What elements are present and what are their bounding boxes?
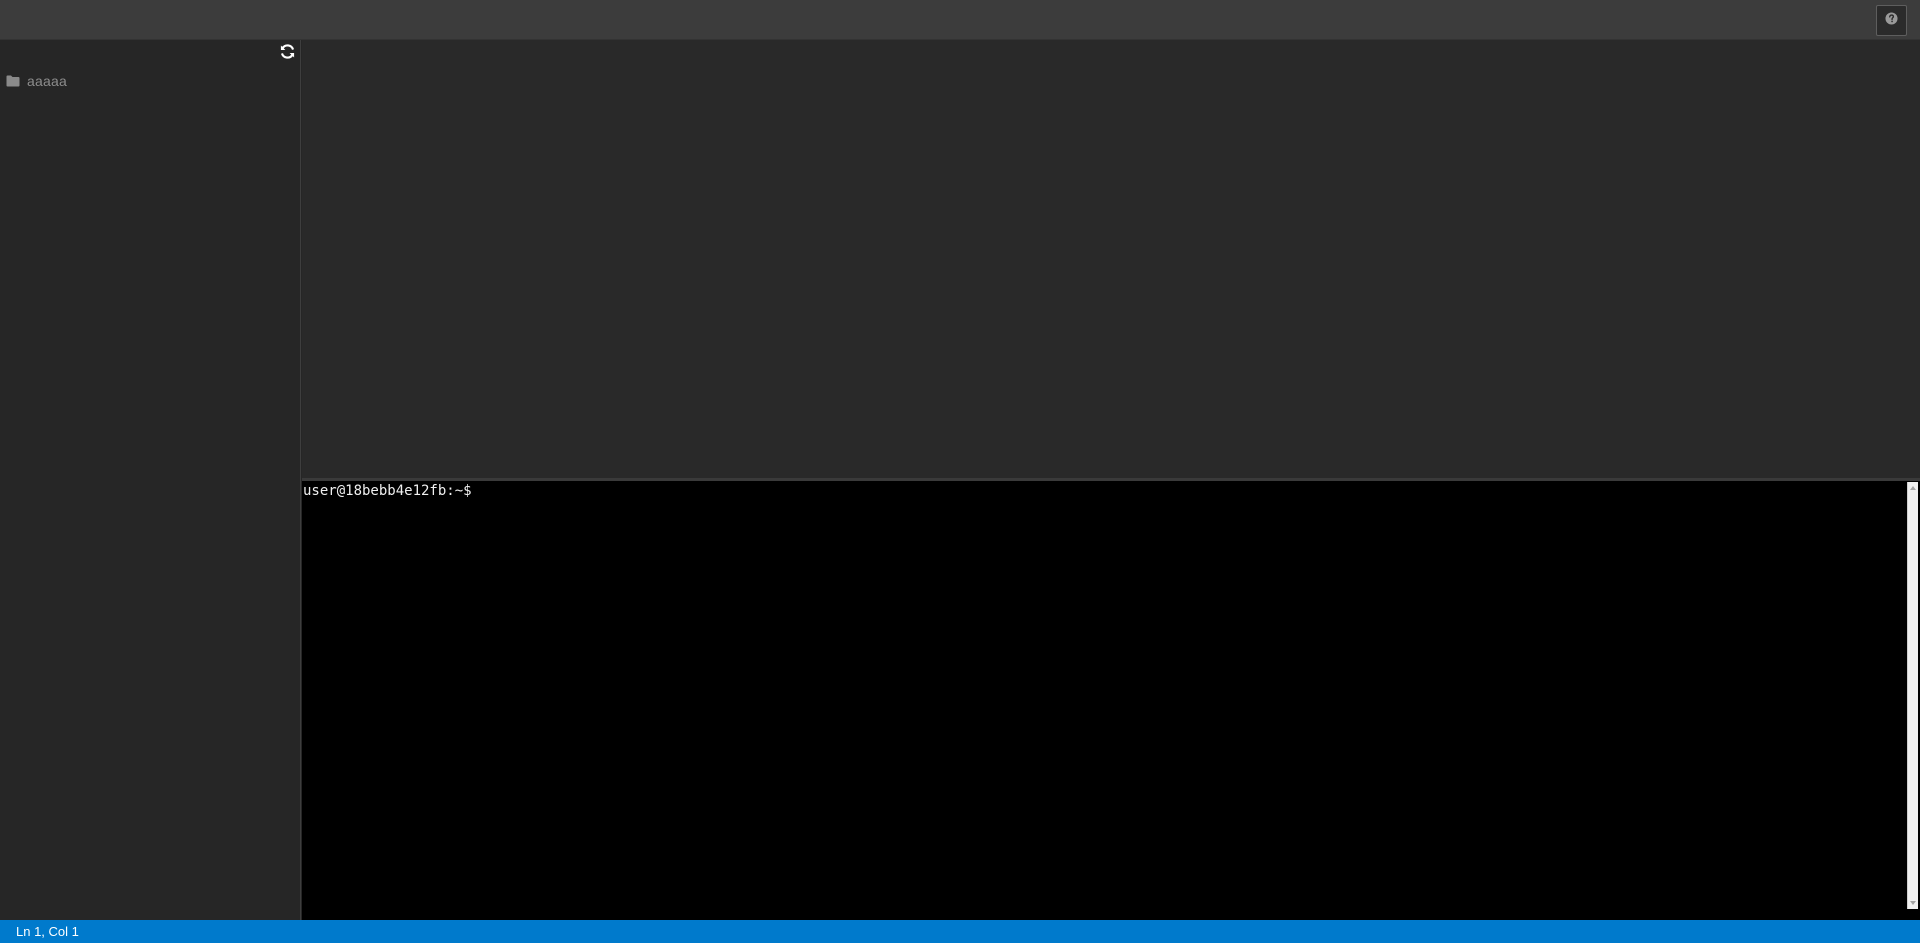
refresh-icon [279, 43, 296, 65]
terminal-panel[interactable]: user@18bebb4e12fb:~$ [302, 481, 1920, 920]
file-explorer-sidebar: aaaaa [0, 40, 301, 920]
status-bar: Ln 1, Col 1 [0, 920, 1920, 943]
top-toolbar [0, 0, 1920, 40]
tree-item-folder[interactable]: aaaaa [6, 70, 67, 92]
terminal-prompt-line: user@18bebb4e12fb:~$ [303, 482, 488, 500]
scroll-down-icon[interactable] [1910, 901, 1916, 905]
terminal-prompt: user@18bebb4e12fb:~$ [303, 483, 481, 499]
editor-area[interactable] [302, 40, 1920, 480]
question-circle-icon [1885, 11, 1898, 30]
scroll-up-icon[interactable] [1910, 486, 1916, 490]
folder-icon [6, 75, 20, 87]
terminal-scrollbar[interactable] [1907, 482, 1918, 909]
tree-item-label: aaaaa [27, 73, 67, 89]
refresh-button[interactable] [278, 43, 296, 65]
cursor-position[interactable]: Ln 1, Col 1 [16, 923, 79, 940]
help-button[interactable] [1876, 5, 1907, 36]
terminal-cursor [480, 482, 488, 498]
